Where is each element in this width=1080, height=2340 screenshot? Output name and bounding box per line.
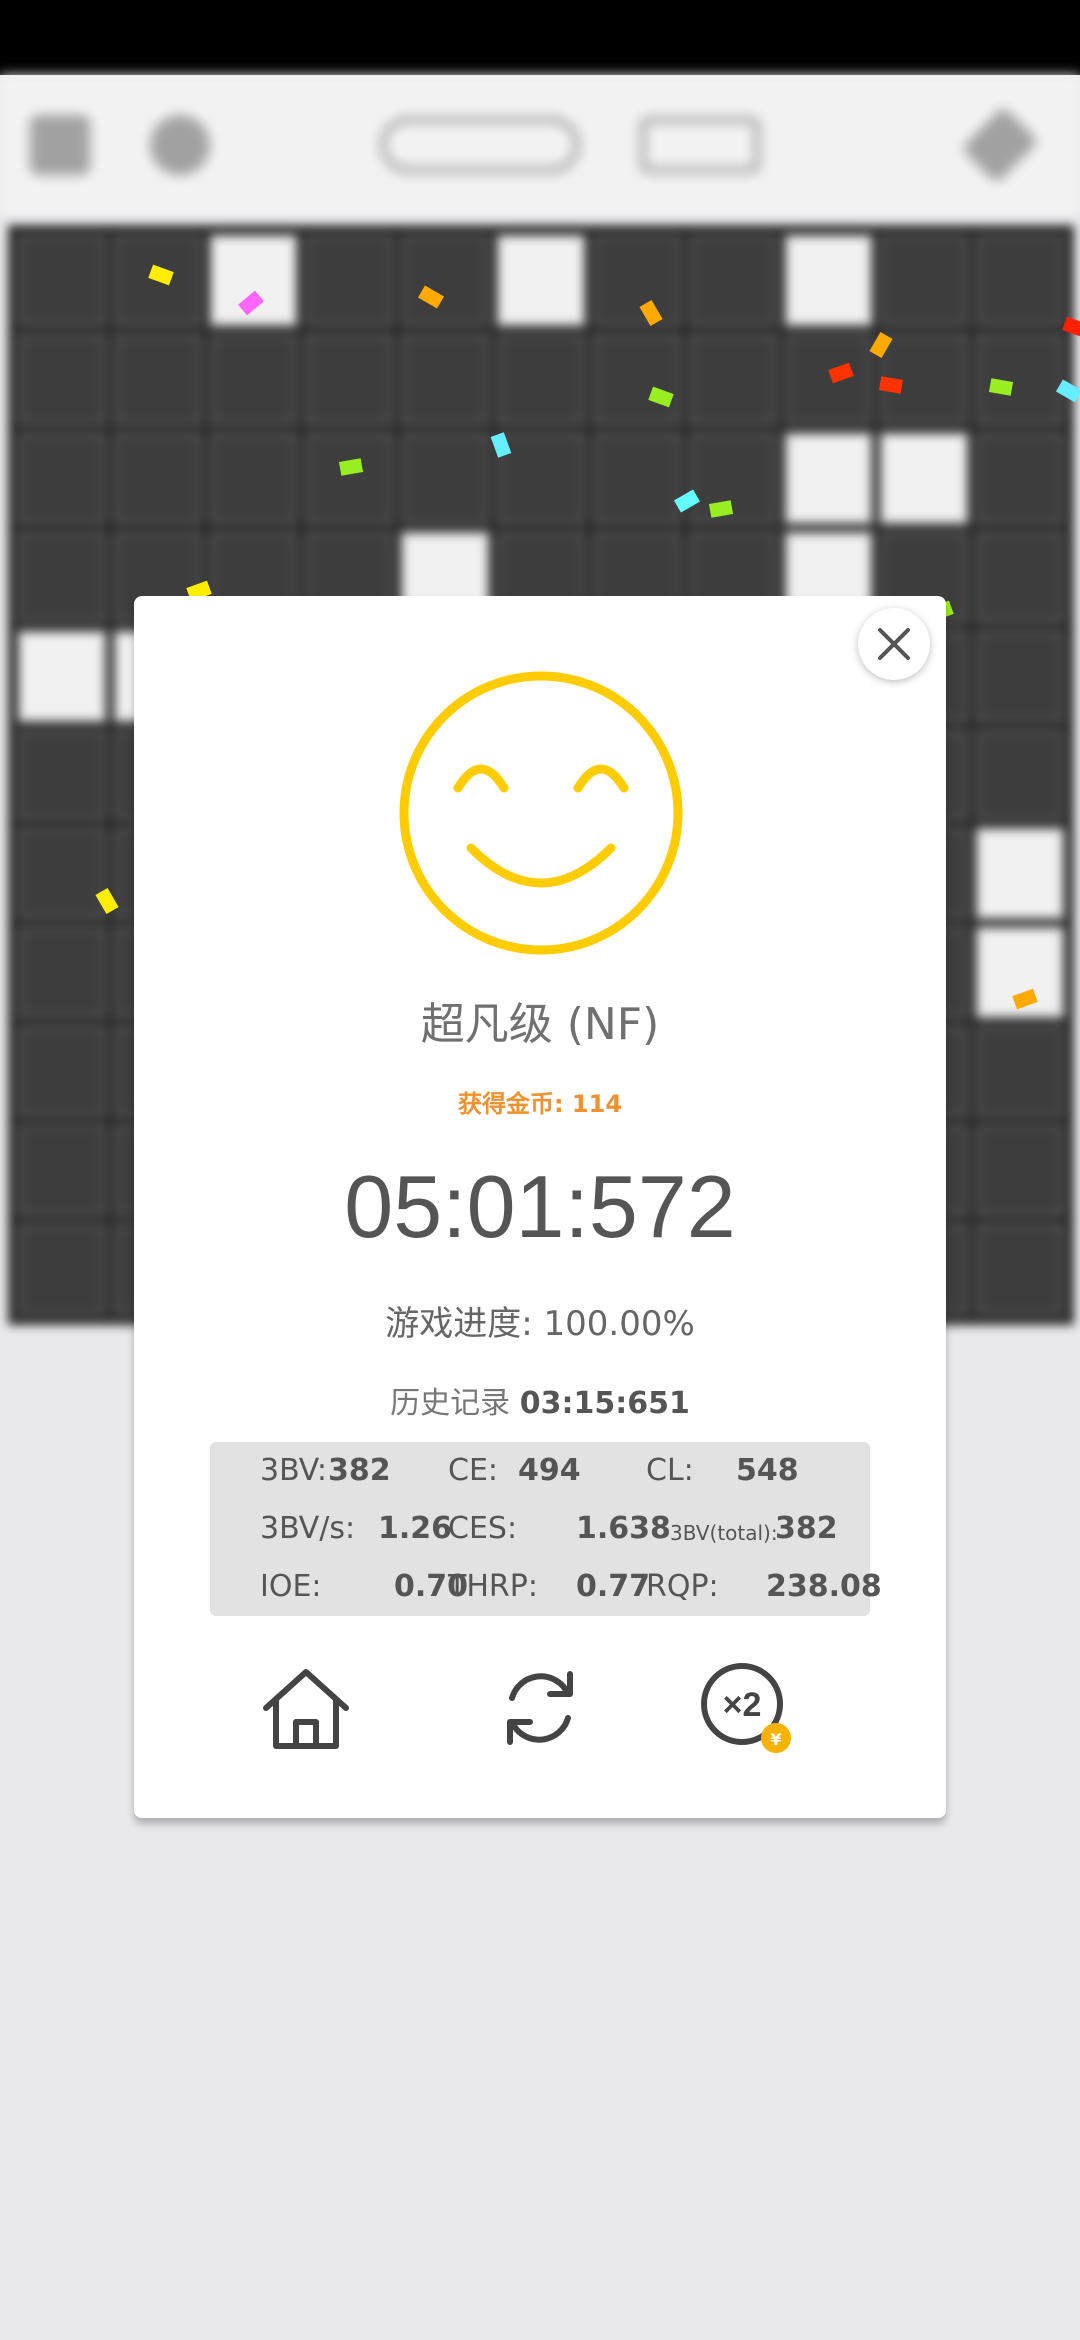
- menu-icon: [30, 115, 90, 175]
- board-cell: [880, 235, 969, 326]
- final-time: 05:01:572: [344, 1157, 736, 1256]
- stat-thrp-label: THRP:: [448, 1569, 538, 1604]
- board-cell: [592, 333, 681, 425]
- flag-icon: [961, 106, 1039, 184]
- game-progress: 游戏进度: 100.00%: [134, 1296, 946, 1345]
- stat-3bvtotal-value: 382: [775, 1511, 838, 1546]
- board-cell: [18, 432, 106, 524]
- board-cell: [18, 729, 106, 821]
- board-cell: [18, 1026, 106, 1118]
- board-cell: [976, 729, 1064, 821]
- board-cell: [784, 432, 873, 524]
- board-cell: [592, 432, 681, 524]
- board-cell: [305, 432, 394, 524]
- coins-earned: 获得金币: 114: [134, 1084, 946, 1119]
- board-cell: [976, 235, 1064, 326]
- board-cell: [113, 432, 202, 524]
- board-cell: [18, 531, 106, 623]
- board-cell: [976, 432, 1064, 524]
- board-cell: [976, 531, 1064, 623]
- double-reward-icon: ×2 ¥: [701, 1663, 791, 1753]
- board-cell: [497, 432, 585, 524]
- stat-ces-value: 1.638: [576, 1511, 671, 1546]
- progress-value: 100.00%: [543, 1304, 695, 1344]
- board-cell: [209, 235, 298, 326]
- board-cell: [18, 1125, 106, 1217]
- board-cell: [305, 333, 394, 425]
- rank-title: 超凡级 (NF): [420, 999, 660, 1050]
- coins-label: 获得金币:: [457, 1090, 564, 1118]
- stat-rqp-value: 238.08: [766, 1569, 882, 1604]
- board-cell: [401, 235, 490, 326]
- close-button[interactable]: [858, 608, 930, 680]
- stat-rqp-label: RQP:: [646, 1569, 719, 1604]
- board-cell: [688, 235, 777, 326]
- board-cell: [305, 235, 394, 326]
- smiley-icon: [399, 671, 683, 955]
- stat-ioe-label: IOE:: [260, 1569, 322, 1604]
- settings-icon: [150, 115, 210, 175]
- board-cell: [18, 1224, 106, 1315]
- status-bar: [0, 0, 1080, 75]
- result-dialog: 超凡级 (NF) 获得金币: 114 05:01:572 游戏进度: 100.0…: [134, 596, 946, 1818]
- board-cell: [976, 1125, 1064, 1217]
- board-cell: [976, 630, 1064, 722]
- double-reward-button[interactable]: ×2 ¥: [698, 1658, 808, 1758]
- stat-ce-label: CE:: [448, 1453, 499, 1488]
- stat-cl-label: CL:: [646, 1453, 694, 1488]
- board-cell: [976, 333, 1064, 425]
- close-icon: [878, 628, 910, 660]
- board-cell: [209, 432, 298, 524]
- history-label: 历史记录: [390, 1386, 511, 1421]
- home-button[interactable]: [256, 1658, 356, 1758]
- board-cell: [497, 235, 585, 326]
- board-cell: [209, 333, 298, 425]
- stat-3bvs-label: 3BV/s:: [260, 1511, 356, 1546]
- board-cell: [18, 828, 106, 920]
- board-cell: [784, 235, 873, 326]
- timer-display: [640, 117, 760, 173]
- mine-counter: [380, 117, 580, 173]
- stats-panel: 3BV: 382 CE: 494 CL: 548 3BV/s: 1.26 CES…: [210, 1442, 882, 1616]
- board-cell: [976, 1026, 1064, 1118]
- svg-text:¥: ¥: [770, 1730, 781, 1749]
- board-cell: [688, 432, 777, 524]
- stat-ce-value: 494: [518, 1453, 581, 1488]
- board-cell: [592, 235, 681, 326]
- board-cell: [976, 1224, 1064, 1315]
- stat-thrp-value: 0.77: [576, 1569, 651, 1604]
- restart-button[interactable]: [490, 1658, 590, 1758]
- game-toolbar: [0, 75, 1080, 215]
- stat-3bv-value: 382: [328, 1453, 391, 1488]
- board-cell: [880, 432, 969, 524]
- restart-icon: [507, 1671, 573, 1745]
- board-cell: [497, 333, 585, 425]
- board-cell: [18, 333, 106, 425]
- stat-cl-value: 548: [736, 1453, 799, 1488]
- board-cell: [976, 828, 1064, 920]
- board-cell: [401, 432, 490, 524]
- svg-text:×2: ×2: [723, 1686, 762, 1724]
- board-cell: [18, 927, 106, 1019]
- board-cell: [18, 630, 106, 722]
- stat-3bv-label: 3BV:: [260, 1453, 327, 1488]
- history-value: 03:15:651: [519, 1386, 690, 1421]
- board-cell: [688, 333, 777, 425]
- stat-3bvtotal-label: 3BV(total):: [670, 1521, 778, 1545]
- stat-ces-label: CES:: [448, 1511, 518, 1546]
- progress-label: 游戏进度:: [385, 1304, 533, 1344]
- board-cell: [401, 333, 490, 425]
- board-cell: [18, 235, 106, 326]
- board-cell: [113, 333, 202, 425]
- coins-value: 114: [571, 1090, 623, 1118]
- history-record: 历史记录 03:15:651: [134, 1378, 946, 1422]
- board-cell: [784, 333, 873, 425]
- home-icon: [263, 1669, 349, 1749]
- stat-3bvs-value: 1.26: [378, 1511, 453, 1546]
